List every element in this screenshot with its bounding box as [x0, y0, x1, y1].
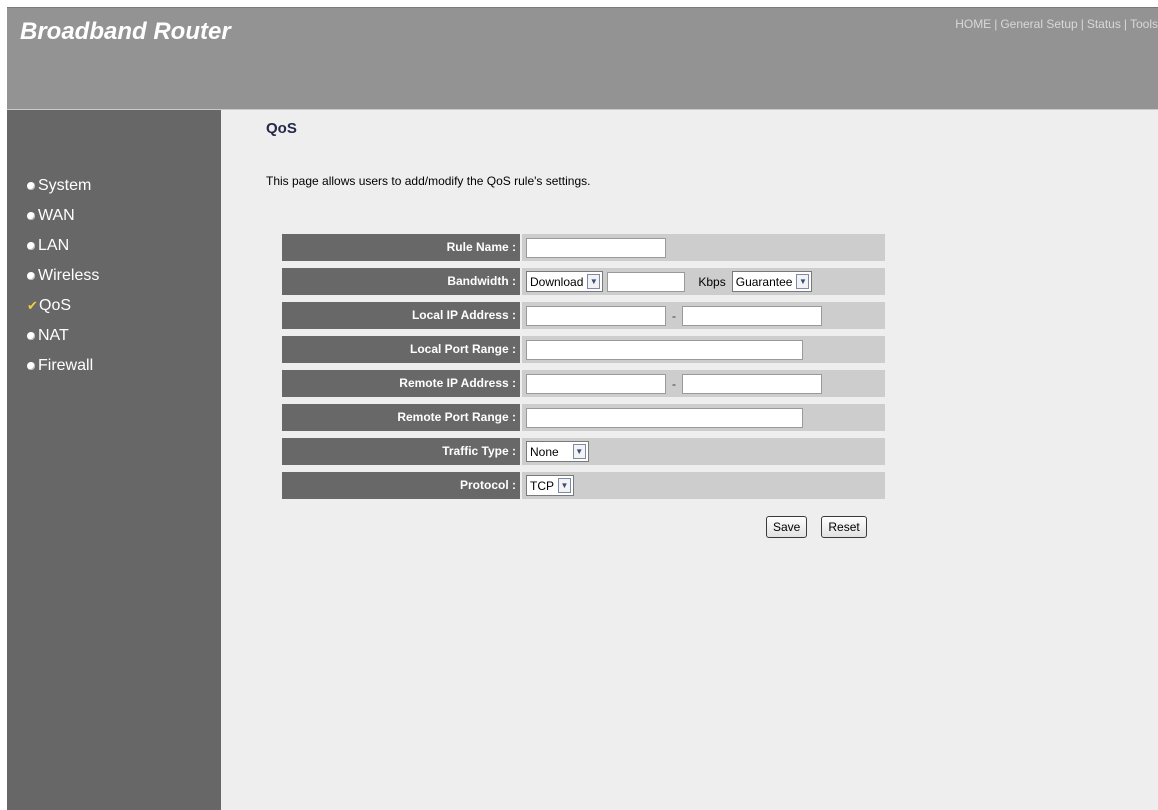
bullet-icon	[27, 272, 35, 280]
rule-name-input[interactable]	[526, 237, 666, 258]
traffic-type-cell: None ▼	[522, 438, 885, 465]
chevron-down-icon[interactable]: ▼	[587, 274, 601, 289]
bandwidth-direction-value: Download	[530, 274, 584, 289]
sidebar-item-label: NAT	[38, 327, 69, 344]
sidebar-item-label: Firewall	[38, 357, 94, 374]
bullet-icon	[27, 332, 35, 340]
bandwidth-unit: Kbps	[698, 274, 726, 289]
local-ip-cell: -	[522, 302, 885, 329]
qos-rule-form: Rule Name : Bandwidth : Download ▼ Kbps G…	[282, 234, 885, 506]
page-description: This page allows users to add/modify the…	[266, 174, 591, 188]
remote-port-label: Remote Port Range :	[282, 404, 520, 431]
bullet-icon	[27, 242, 35, 250]
remote-ip-start-input[interactable]	[526, 373, 666, 394]
form-row-remote-port: Remote Port Range :	[282, 404, 885, 431]
sidebar-item-label: System	[38, 177, 92, 194]
bandwidth-mode-select[interactable]: Guarantee ▼	[731, 271, 813, 292]
main-content: QoS This page allows users to add/modify…	[266, 120, 1126, 188]
nav-status-link[interactable]: Status	[1087, 17, 1121, 31]
sidebar-item-system[interactable]: System	[27, 171, 99, 201]
nav-separator: |	[994, 17, 998, 31]
remote-ip-cell: -	[522, 370, 885, 397]
form-row-bandwidth: Bandwidth : Download ▼ Kbps Guarantee ▼	[282, 268, 885, 295]
form-row-local-port: Local Port Range :	[282, 336, 885, 363]
remote-port-range-input[interactable]	[526, 407, 803, 428]
traffic-type-select[interactable]: None ▼	[526, 441, 589, 462]
remote-ip-label: Remote IP Address :	[282, 370, 520, 397]
bandwidth-input[interactable]	[607, 271, 686, 292]
bullet-icon	[27, 182, 35, 190]
page-title: QoS	[266, 120, 297, 137]
form-buttons: Save Reset	[766, 516, 867, 538]
sidebar-item-label: WAN	[38, 207, 75, 224]
form-row-protocol: Protocol : TCP ▼	[282, 472, 885, 499]
sidebar-item-label: Wireless	[38, 267, 100, 284]
bandwidth-cell: Download ▼ Kbps Guarantee ▼	[522, 268, 885, 295]
brand-title: Broadband Router	[20, 18, 231, 45]
header-bar: Broadband Router HOME | General Setup | Stat…	[7, 7, 1158, 110]
protocol-select[interactable]: TCP ▼	[526, 475, 574, 496]
traffic-type-label: Traffic Type :	[282, 438, 520, 465]
bandwidth-direction-select[interactable]: Download ▼	[526, 271, 604, 292]
sidebar-item-firewall[interactable]: Firewall	[27, 351, 99, 381]
sidebar-item-nat[interactable]: NAT	[27, 321, 99, 351]
remote-port-cell	[522, 404, 885, 431]
local-port-cell	[522, 336, 885, 363]
bullet-icon	[27, 362, 35, 370]
rule-name-cell	[522, 234, 885, 261]
top-nav: HOME | General Setup | Status | Tools	[955, 17, 1158, 31]
local-ip-end-input[interactable]	[682, 305, 822, 326]
bandwidth-label: Bandwidth :	[282, 268, 520, 295]
nav-home-link[interactable]: HOME	[955, 17, 991, 31]
sidebar-menu: System WAN LAN Wireless ✔ QoS NAT Firewal…	[27, 171, 99, 381]
bandwidth-mode-value: Guarantee	[735, 274, 793, 289]
save-button[interactable]: Save	[766, 516, 808, 538]
check-icon: ✔	[27, 298, 38, 313]
sidebar-item-lan[interactable]: LAN	[27, 231, 99, 261]
nav-separator: |	[1123, 17, 1127, 31]
nav-general-setup-link[interactable]: General Setup	[1000, 17, 1077, 31]
sidebar-item-label: LAN	[38, 237, 70, 254]
chevron-down-icon[interactable]: ▼	[572, 444, 586, 459]
form-row-rule-name: Rule Name :	[282, 234, 885, 261]
chevron-down-icon[interactable]: ▼	[558, 478, 571, 493]
protocol-label: Protocol :	[282, 472, 520, 499]
sidebar-item-wireless[interactable]: Wireless	[27, 261, 99, 291]
traffic-type-value: None	[530, 444, 559, 459]
bullet-icon	[27, 212, 35, 220]
local-ip-start-input[interactable]	[526, 305, 666, 326]
remote-ip-end-input[interactable]	[682, 373, 822, 394]
sidebar: System WAN LAN Wireless ✔ QoS NAT Firewal…	[7, 110, 221, 810]
sidebar-item-label: QoS	[39, 297, 72, 314]
local-port-label: Local Port Range :	[282, 336, 520, 363]
nav-separator: |	[1080, 17, 1084, 31]
ip-range-separator: -	[672, 376, 676, 391]
form-row-remote-ip: Remote IP Address : -	[282, 370, 885, 397]
rule-name-label: Rule Name :	[282, 234, 520, 261]
reset-button[interactable]: Reset	[821, 516, 867, 538]
sidebar-item-qos[interactable]: ✔ QoS	[27, 291, 99, 321]
ip-range-separator: -	[672, 308, 676, 323]
protocol-value: TCP	[530, 478, 554, 493]
form-row-local-ip: Local IP Address : -	[282, 302, 885, 329]
local-port-range-input[interactable]	[526, 339, 803, 360]
sidebar-item-wan[interactable]: WAN	[27, 201, 99, 231]
protocol-cell: TCP ▼	[522, 472, 885, 499]
form-row-traffic-type: Traffic Type : None ▼	[282, 438, 885, 465]
local-ip-label: Local IP Address :	[282, 302, 520, 329]
nav-tools-link[interactable]: Tools	[1130, 17, 1158, 31]
chevron-down-icon[interactable]: ▼	[796, 274, 810, 289]
